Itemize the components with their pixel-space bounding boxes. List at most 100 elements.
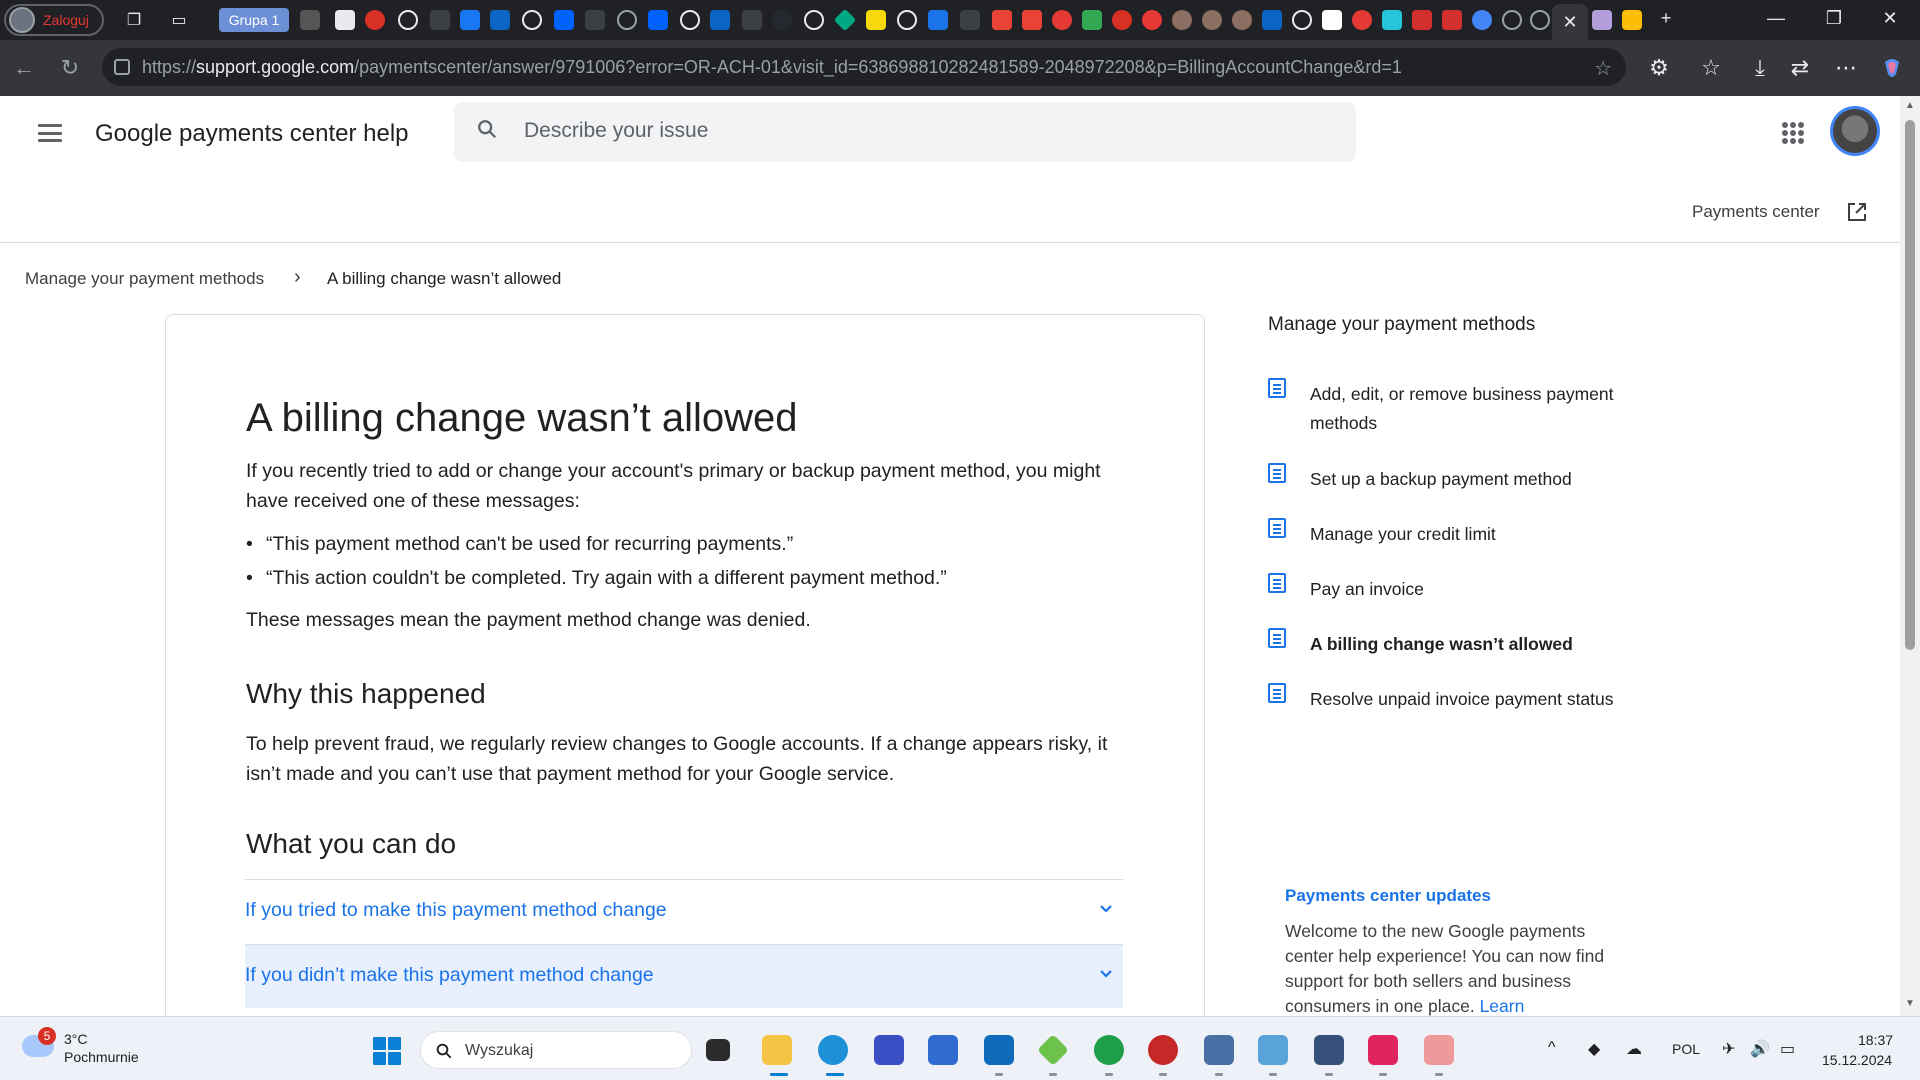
new-tab-icon[interactable]: + [1654, 8, 1678, 29]
reload-icon[interactable]: ↻ [56, 54, 84, 82]
app-icon[interactable] [1094, 1035, 1124, 1065]
extensions-icon[interactable]: ⚙ [1645, 54, 1673, 82]
address-bar[interactable]: https://support.google.com/paymentscente… [102, 48, 1626, 86]
share-icon[interactable]: ⇄ [1786, 54, 1814, 82]
workspaces-icon[interactable]: ❐ [124, 10, 144, 30]
breadcrumb-parent[interactable]: Manage your payment methods [25, 269, 264, 289]
tab-group-label[interactable]: Grupa 1 [219, 8, 289, 32]
app-icon[interactable] [1037, 1034, 1069, 1066]
battery-icon[interactable]: ▭ [1780, 1039, 1795, 1059]
help-search-input[interactable]: Describe your issue [454, 102, 1356, 162]
page-scrollbar[interactable]: ▲ ▼ [1900, 96, 1920, 1016]
scroll-up-icon[interactable]: ▲ [1904, 100, 1916, 111]
payments-center-link[interactable]: Payments center [1692, 202, 1820, 222]
play-icon[interactable] [1082, 10, 1102, 30]
globe-icon[interactable] [398, 10, 418, 30]
pdf-icon[interactable] [1412, 10, 1432, 30]
tab-actions-icon[interactable]: ▭ [169, 10, 189, 30]
minimize-icon[interactable]: — [1764, 8, 1788, 29]
tab-favicon[interactable] [1142, 10, 1162, 30]
search-tab-icon[interactable] [742, 10, 762, 30]
back-icon[interactable]: ← [10, 54, 38, 82]
chevron-up-icon[interactable]: ^ [1548, 1039, 1556, 1057]
app-icon[interactable] [1258, 1035, 1288, 1065]
more-menu-icon[interactable]: ⋯ [1832, 54, 1860, 82]
favorite-star-icon[interactable]: ☆ [1594, 56, 1612, 81]
linkedin-icon[interactable] [1262, 10, 1282, 30]
tab-favicon[interactable] [833, 8, 857, 32]
globe-icon[interactable] [522, 10, 542, 30]
save-app-icon[interactable] [874, 1035, 904, 1065]
language-indicator[interactable]: POL [1672, 1041, 1700, 1057]
learn-more-link[interactable]: Learn [1480, 996, 1525, 1016]
github-icon[interactable] [772, 10, 792, 30]
globe-icon[interactable] [897, 10, 917, 30]
globe-icon[interactable] [1292, 10, 1312, 30]
gmail-icon[interactable] [992, 10, 1012, 30]
snipping-tool-icon[interactable] [1424, 1035, 1454, 1065]
google-apps-icon[interactable] [1782, 122, 1804, 144]
linkedin-icon[interactable] [710, 10, 730, 30]
app-icon[interactable] [1148, 1035, 1178, 1065]
globe-icon[interactable] [617, 10, 637, 30]
globe-icon[interactable] [804, 10, 824, 30]
url-text[interactable]: https://support.google.com/paymentscente… [142, 57, 1582, 78]
favorites-icon[interactable]: ☆ [1697, 54, 1725, 82]
maximize-icon[interactable]: ❐ [1822, 8, 1846, 29]
globe-icon[interactable] [680, 10, 700, 30]
accordion-didnt-make-change[interactable]: If you didn’t make this payment method c… [245, 944, 1123, 1008]
search-tab-icon[interactable] [960, 10, 980, 30]
task-view-icon[interactable] [706, 1039, 730, 1061]
app-icon[interactable] [1368, 1035, 1398, 1065]
profile-button[interactable]: Zaloguj [4, 4, 104, 36]
tab-favicon[interactable] [300, 10, 320, 30]
scroll-down-icon[interactable]: ▼ [1904, 998, 1916, 1009]
google-cloud-icon[interactable] [1472, 10, 1492, 30]
volume-icon[interactable]: 🔊 [1750, 1039, 1770, 1059]
virtualbox-icon[interactable] [1314, 1035, 1344, 1065]
edge-browser-icon[interactable] [818, 1035, 848, 1065]
account-avatar[interactable] [1830, 106, 1880, 156]
tab-favicon[interactable] [1530, 10, 1550, 30]
facebook-icon[interactable] [460, 10, 480, 30]
start-button[interactable] [373, 1037, 401, 1065]
main-menu-icon[interactable] [38, 124, 62, 142]
gmail-icon[interactable] [1022, 10, 1042, 30]
tab-favicon[interactable] [365, 10, 385, 30]
tab-favicon[interactable] [1322, 10, 1342, 30]
scrollbar-thumb[interactable] [1905, 120, 1915, 650]
tab-favicon[interactable] [1112, 10, 1132, 30]
tab-favicon[interactable] [1352, 10, 1372, 30]
network-app-icon[interactable] [1204, 1035, 1234, 1065]
dropbox-icon[interactable] [648, 10, 668, 30]
tab-favicon[interactable] [1232, 10, 1252, 30]
active-tab-close-icon[interactable]: ✕ [1552, 4, 1588, 40]
tab-favicon[interactable] [866, 10, 886, 30]
tab-favicon[interactable] [1052, 10, 1072, 30]
dropbox-icon[interactable] [554, 10, 574, 30]
copilot-icon[interactable] [1878, 54, 1906, 82]
site-info-icon[interactable] [114, 59, 130, 75]
tab-favicon[interactable] [335, 10, 355, 30]
clock-date[interactable]: 15.12.2024 [1822, 1052, 1892, 1068]
site-title[interactable]: Google payments center help [95, 120, 409, 148]
tab-favicon[interactable] [928, 10, 948, 30]
tab-favicon[interactable] [1172, 10, 1192, 30]
clock-time[interactable]: 18:37 [1858, 1032, 1893, 1048]
open-in-new-icon[interactable] [1845, 200, 1869, 224]
dropbox-tray-icon[interactable]: ◆ [1588, 1039, 1600, 1059]
tab-favicon[interactable] [1502, 10, 1522, 30]
cloud-sync-icon[interactable]: ☁ [1626, 1039, 1642, 1059]
tab-favicon[interactable] [1592, 10, 1612, 30]
outlook-icon[interactable] [984, 1035, 1014, 1065]
tab-favicon[interactable] [1382, 10, 1402, 30]
pdf-icon[interactable] [1442, 10, 1462, 30]
tab-favicon[interactable] [1622, 10, 1642, 30]
airplane-mode-icon[interactable]: ✈ [1722, 1039, 1735, 1059]
store-icon[interactable] [928, 1035, 958, 1065]
file-explorer-icon[interactable] [762, 1035, 792, 1065]
accordion-tried-change[interactable]: If you tried to make this payment method… [245, 879, 1123, 943]
tab-favicon[interactable] [585, 10, 605, 30]
downloads-icon[interactable]: ⤓ [1746, 54, 1774, 82]
linkedin-icon[interactable] [490, 10, 510, 30]
